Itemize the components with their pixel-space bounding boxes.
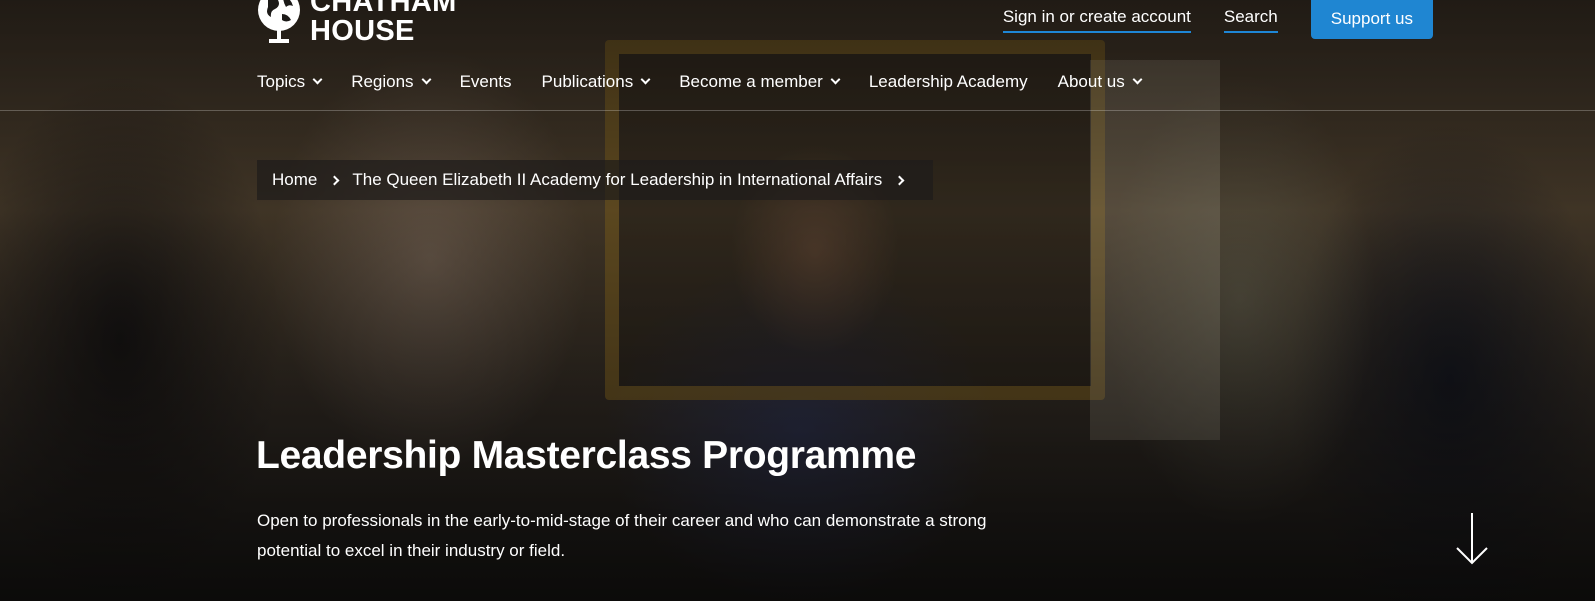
- support-us-button[interactable]: Support us: [1310, 0, 1433, 39]
- chevron-down-icon: [421, 74, 432, 85]
- chatham-house-logo[interactable]: CHATHAM HOUSE: [256, 0, 457, 46]
- nav-item-label: Publications: [541, 72, 634, 91]
- globe-tree-logo-icon: [258, 0, 300, 43]
- arrow-down-icon[interactable]: [1455, 512, 1489, 566]
- nav-item-about-us[interactable]: About us: [1057, 72, 1143, 92]
- nav-item-leadership-academy[interactable]: Leadership Academy: [869, 72, 1028, 92]
- nav-item-publications[interactable]: Publications: [541, 72, 651, 92]
- sign-in-link[interactable]: Sign in or create account: [1002, 7, 1191, 33]
- chevron-right-icon: [329, 175, 340, 185]
- page-title: Leadership Masterclass Programme: [256, 434, 917, 477]
- nav-item-label: Become a member: [679, 72, 823, 91]
- main-nav: Topics Regions Events Publications Becom…: [257, 72, 1171, 92]
- chevron-down-icon: [312, 74, 323, 85]
- chevron-down-icon: [640, 74, 651, 85]
- nav-item-regions[interactable]: Regions: [351, 72, 432, 92]
- nav-item-topics[interactable]: Topics: [257, 72, 323, 92]
- chevron-right-icon: [894, 175, 905, 185]
- search-link[interactable]: Search: [1223, 7, 1278, 33]
- utility-nav: Sign in or create account Search Support…: [1002, 0, 1433, 40]
- nav-item-events[interactable]: Events: [460, 72, 512, 92]
- logo-wordmark: CHATHAM HOUSE: [310, 0, 457, 46]
- nav-item-label: Topics: [257, 72, 306, 91]
- logo-line-2: HOUSE: [310, 15, 415, 47]
- chevron-down-icon: [830, 74, 841, 85]
- nav-item-label: About us: [1057, 72, 1125, 91]
- page-description: Open to professionals in the early-to-mi…: [257, 511, 987, 560]
- breadcrumb-home[interactable]: Home: [272, 170, 317, 190]
- nav-item-label: Leadership Academy: [868, 72, 1028, 91]
- breadcrumb-academy[interactable]: The Queen Elizabeth II Academy for Leade…: [352, 170, 882, 190]
- nav-divider: [0, 110, 1595, 111]
- chevron-down-icon: [1132, 74, 1143, 85]
- nav-item-become-a-member[interactable]: Become a member: [679, 72, 841, 92]
- breadcrumb: Home The Queen Elizabeth II Academy for …: [257, 160, 934, 200]
- nav-item-label: Regions: [351, 72, 414, 91]
- nav-item-label: Events: [459, 72, 512, 91]
